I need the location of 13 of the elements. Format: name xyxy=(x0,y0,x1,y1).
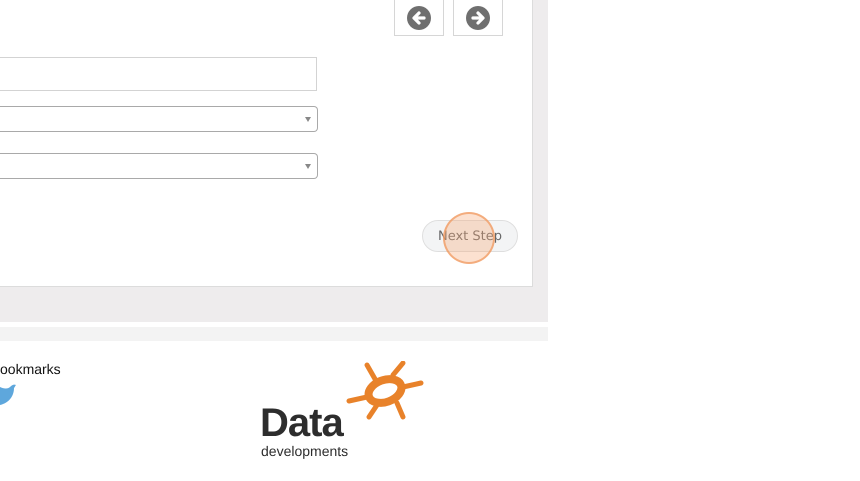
forward-button[interactable] xyxy=(453,0,503,36)
arrow-left-icon xyxy=(406,5,432,31)
logo-subtitle: developments xyxy=(261,443,348,459)
logo-mark-icon xyxy=(345,361,425,421)
dropdown-arrow-icon xyxy=(305,164,311,168)
text-field[interactable] xyxy=(0,57,317,91)
back-button[interactable] xyxy=(394,0,444,36)
arrow-right-icon xyxy=(465,5,491,31)
bookmarks-label: ookmarks xyxy=(0,361,62,377)
dropdown-arrow-icon xyxy=(305,116,311,122)
select-field[interactable] xyxy=(0,106,318,132)
logo-wordmark: Data xyxy=(260,403,343,443)
select-field[interactable] xyxy=(0,153,318,179)
